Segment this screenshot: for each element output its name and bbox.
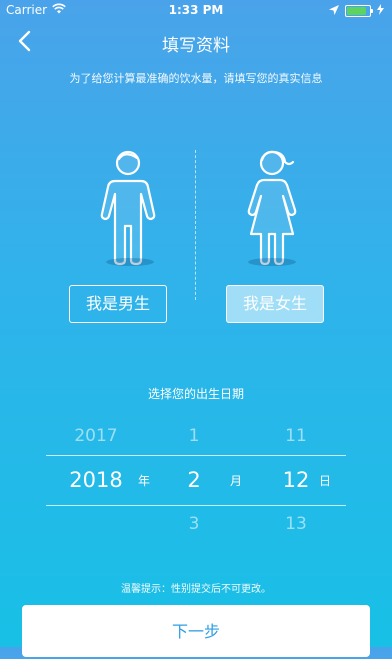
date-picker[interactable]: 2017 2018 年 1 2 3 月 11 12 13 日	[46, 415, 346, 545]
male-button[interactable]: 我是男生	[69, 285, 167, 323]
gender-divider	[195, 150, 196, 300]
month-prev: 1	[188, 426, 200, 446]
month-next: 3	[188, 514, 200, 534]
female-figure-shadow	[248, 258, 296, 266]
year-unit: 年	[138, 474, 151, 488]
male-figure-icon[interactable]	[93, 148, 163, 268]
month-unit: 月	[230, 474, 243, 488]
charging-icon	[377, 4, 384, 18]
dob-label: 选择您的出生日期	[147, 387, 244, 401]
day-prev: 11	[285, 426, 307, 446]
year-prev: 2017	[74, 426, 118, 446]
nav-bar: 填写资料	[0, 20, 392, 64]
female-button[interactable]: 我是女生	[226, 285, 324, 323]
day-wheel[interactable]: 11 12 13	[276, 415, 316, 545]
status-bar: Carrier 1:33 PM	[0, 0, 392, 20]
battery-icon	[345, 5, 373, 17]
year-selected: 2018	[69, 468, 123, 492]
day-unit: 日	[319, 474, 332, 488]
month-wheel[interactable]: 1 2 3	[174, 415, 214, 545]
subtitle-text: 为了给您计算最准确的饮水量，请填写您的真实信息	[69, 72, 323, 85]
tip-text: 温馨提示：性别提交后不可更改。	[121, 584, 271, 595]
day-selected: 12	[282, 468, 310, 492]
page-title: 填写资料	[162, 36, 230, 56]
location-icon	[329, 4, 339, 18]
female-figure-icon[interactable]	[237, 148, 307, 268]
next-button[interactable]: 下一步	[22, 605, 370, 657]
male-figure-shadow	[106, 258, 154, 266]
year-wheel[interactable]: 2017 2018	[56, 415, 136, 545]
month-selected: 2	[187, 468, 201, 492]
day-next: 13	[285, 514, 307, 534]
